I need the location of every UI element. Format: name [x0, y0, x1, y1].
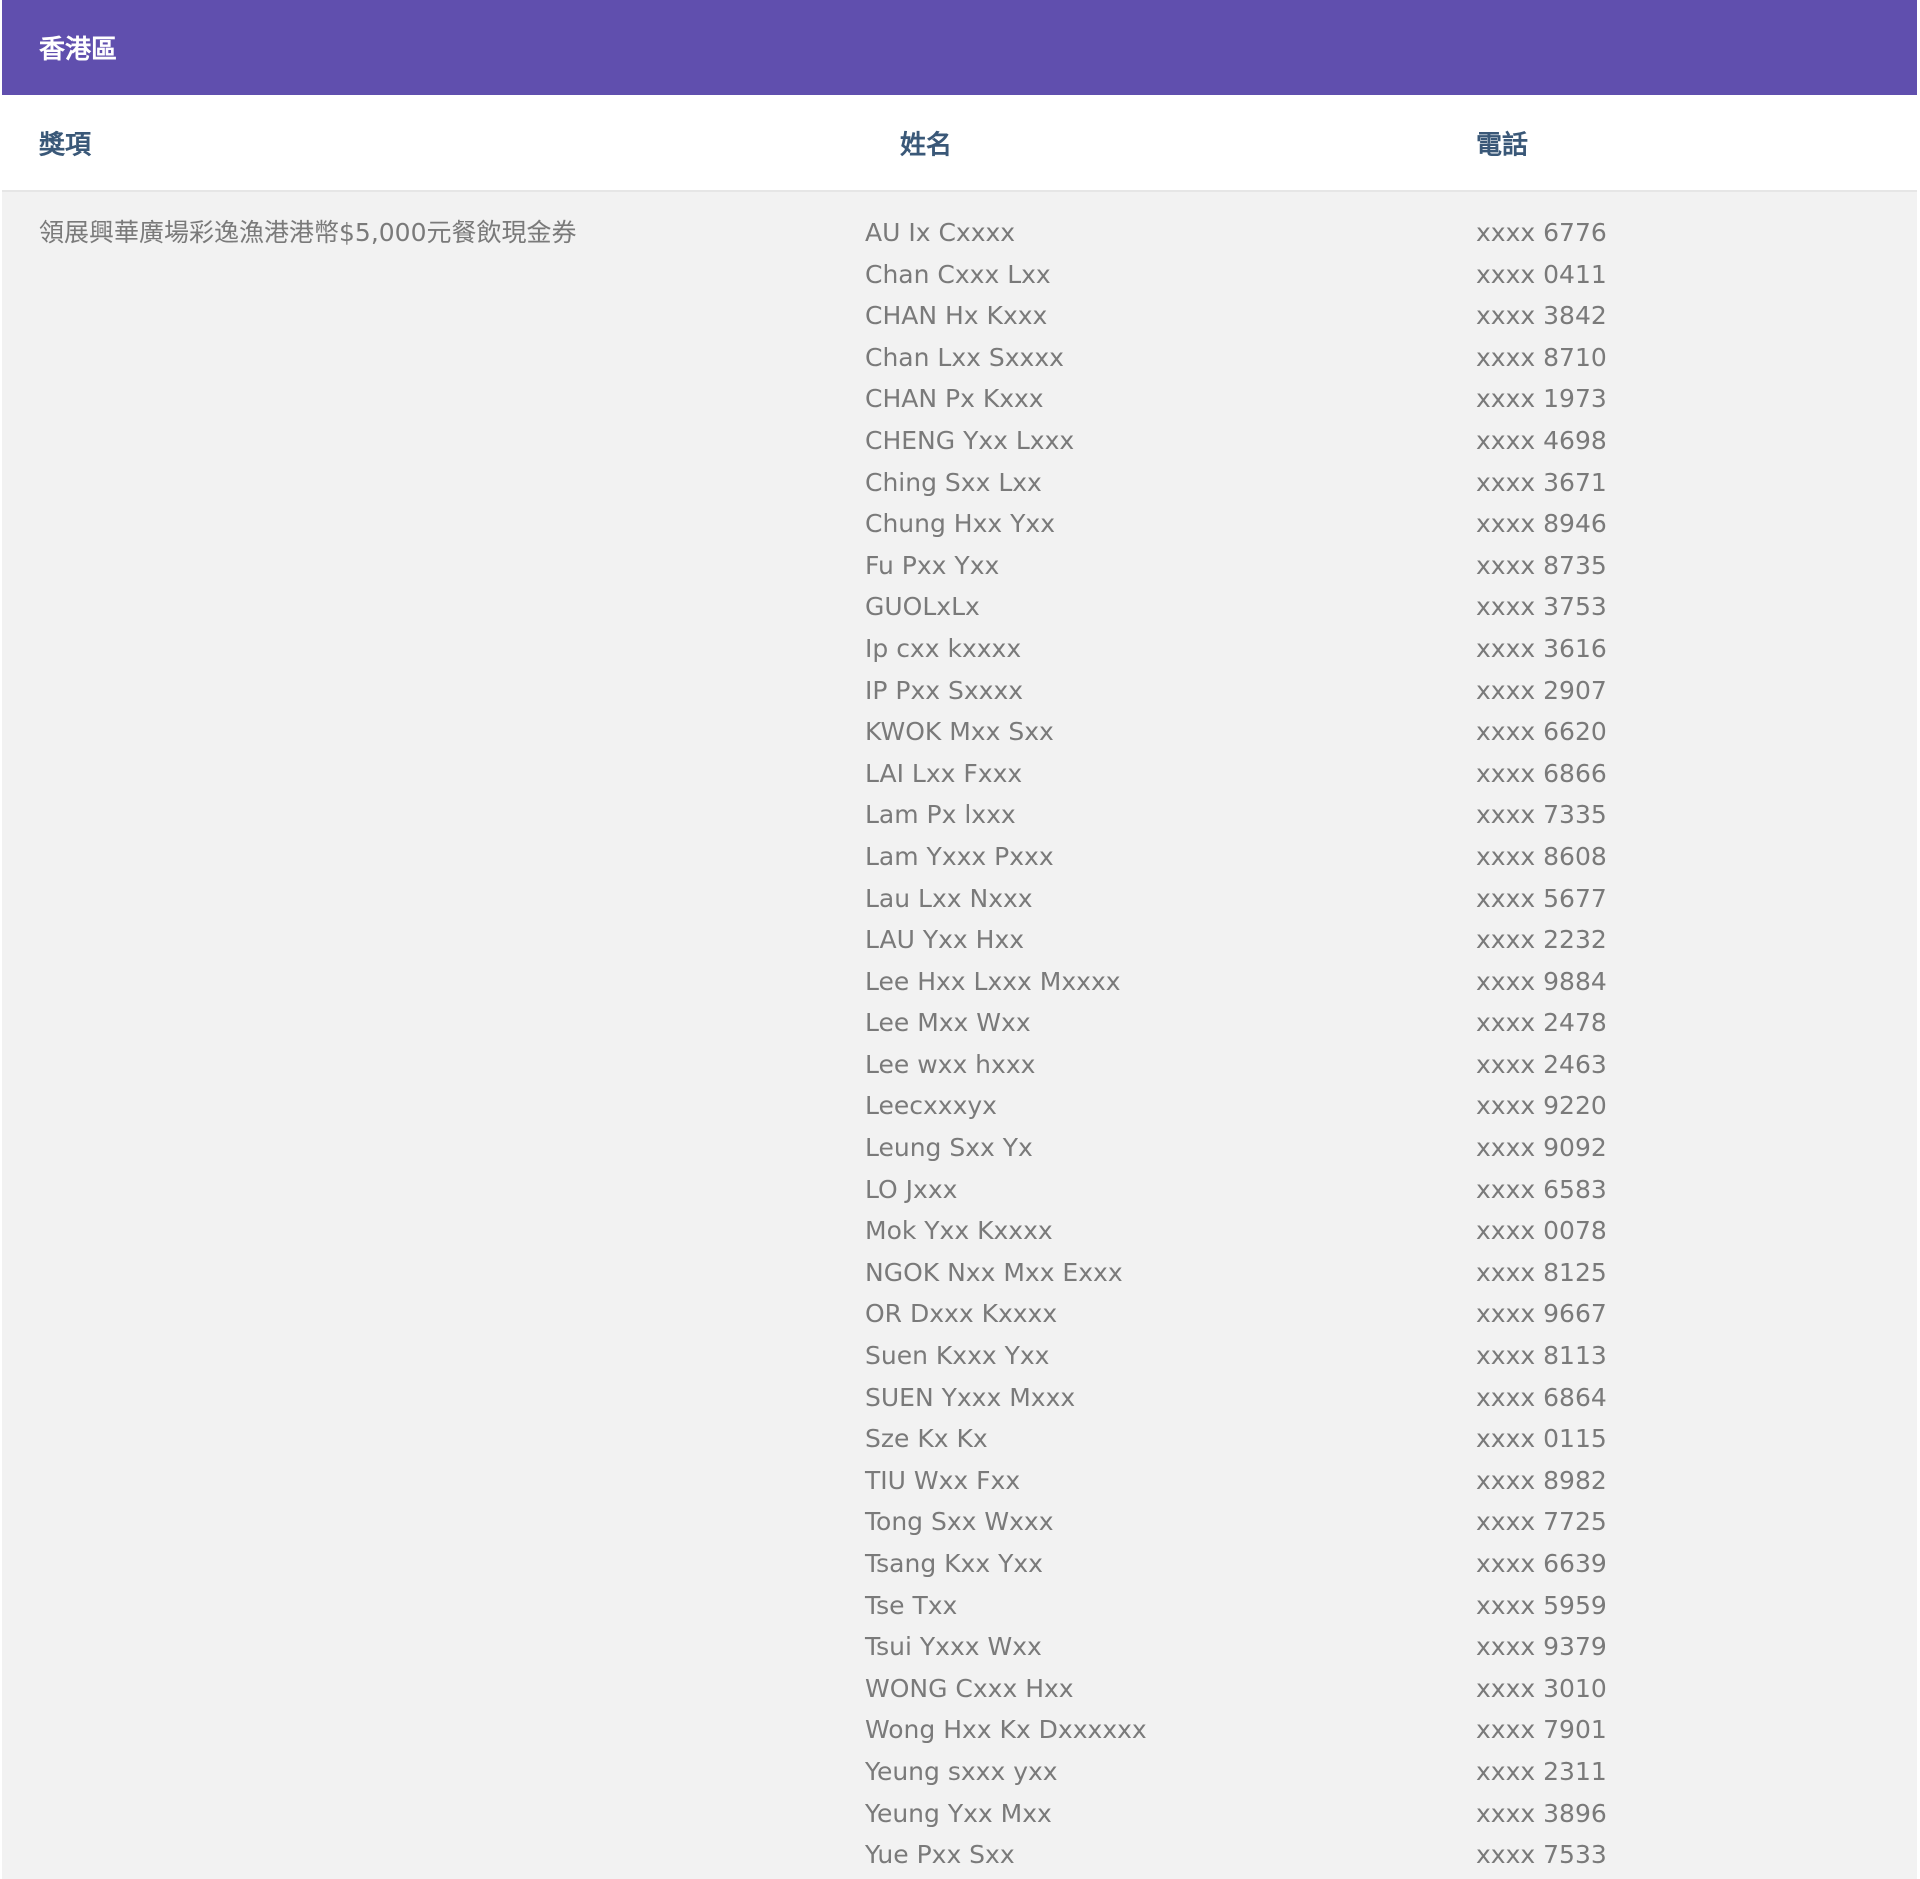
winner-phone: xxxx 4698 [1476, 425, 1607, 455]
winner-name: LO Jxxx [865, 1174, 958, 1204]
winner-name: Lam Yxxx Pxxx [865, 841, 1054, 871]
winner-phone: xxxx 8735 [1476, 550, 1607, 580]
winner-name: NGOK Nxx Mxx Exxx [865, 1257, 1123, 1287]
winner-name: Ip cxx kxxxx [865, 633, 1022, 663]
winner-name: LAI Lxx Fxxx [865, 758, 1023, 788]
winner-name: WONG Cxxx Hxx [865, 1673, 1074, 1703]
header-prize: 獎項 [39, 130, 92, 160]
winner-phone: xxxx 8608 [1476, 841, 1607, 871]
winner-name: Chung Hxx Yxx [865, 509, 1056, 539]
winner-phone: xxxx 8710 [1476, 342, 1607, 372]
winner-name: Yeung Yxx Mxx [865, 1798, 1052, 1828]
winner-name: Leecxxxyx [865, 1091, 997, 1121]
winner-name: CHAN Hx Kxxx [865, 301, 1048, 331]
winner-phone: xxxx 8113 [1476, 1341, 1607, 1371]
table-header-row: 獎項 姓名 電話 [2, 95, 1917, 192]
winner-phone: xxxx 2907 [1476, 675, 1607, 705]
phone-column: xxxx 6776 xxxx 0411 xxxx 3842 xxxx 8710 xxxx… [1476, 212, 1876, 1876]
winner-name: KWOK Mxx Sxx [865, 717, 1054, 747]
winner-phone: xxxx 7533 [1476, 1840, 1607, 1870]
winner-name: Mok Yxx Kxxxx [865, 1216, 1053, 1246]
table-body: 領展興華廣場彩逸漁港港幣$5,000元餐飲現金券 AU Ix Cxxxx Chan… [2, 192, 1917, 1879]
winner-name: Suen Kxxx Yxx [865, 1341, 1050, 1371]
winner-phone: xxxx 6620 [1476, 717, 1607, 747]
winner-name: Wong Hxx Kx Dxxxxxx [865, 1715, 1147, 1745]
winner-name: Sze Kx Kx [865, 1424, 988, 1454]
winner-phone: xxxx 3753 [1476, 592, 1607, 622]
winner-phone: xxxx 1973 [1476, 384, 1607, 414]
winner-phone: xxxx 5959 [1476, 1590, 1607, 1620]
winner-phone: xxxx 8125 [1476, 1257, 1607, 1287]
winner-name: Lam Px lxxx [865, 800, 1016, 830]
winners-table: 香港區 獎項 姓名 電話 領展興華廣場彩逸漁港港幣$5,000元餐飲現金券 AU… [2, 0, 1917, 1879]
winner-phone: xxxx 9667 [1476, 1299, 1607, 1329]
winner-phone: xxxx 3671 [1476, 467, 1607, 497]
winner-phone: xxxx 3842 [1476, 301, 1607, 331]
winner-phone: xxxx 9220 [1476, 1091, 1607, 1121]
winner-phone: xxxx 5677 [1476, 883, 1607, 913]
winner-name: Lee wxx hxxx [865, 1049, 1036, 1079]
header-name: 姓名 [900, 130, 953, 160]
winner-name: Ching Sxx Lxx [865, 467, 1042, 497]
winner-name: Yeung sxxx yxx [865, 1756, 1058, 1786]
winner-name: Chan Lxx Sxxxx [865, 342, 1064, 372]
winner-name: OR Dxxx Kxxxx [865, 1299, 1058, 1329]
winner-phone: xxxx 8982 [1476, 1465, 1607, 1495]
winner-phone: xxxx 3010 [1476, 1673, 1607, 1703]
winner-name: Lau Lxx Nxxx [865, 883, 1033, 913]
winner-name: Lee Hxx Lxxx Mxxxx [865, 966, 1121, 996]
header-phone: 電話 [1476, 130, 1529, 160]
winner-name: CHENG Yxx Lxxx [865, 425, 1075, 455]
winner-phone: xxxx 2311 [1476, 1756, 1607, 1786]
winner-phone: xxxx 2478 [1476, 1008, 1607, 1038]
winner-phone: xxxx 6864 [1476, 1382, 1607, 1412]
winner-name: Tong Sxx Wxxx [865, 1507, 1054, 1537]
winner-name: AU Ix Cxxxx [865, 218, 1016, 247]
winner-name: GUOLxLx [865, 592, 980, 622]
winner-phone: xxxx 3896 [1476, 1798, 1607, 1828]
name-column: AU Ix Cxxxx Chan Cxxx Lxx CHAN Hx Kxxx Chan… [865, 212, 1385, 1876]
winner-phone: xxxx 2232 [1476, 925, 1607, 955]
winner-phone: xxxx 0115 [1476, 1424, 1607, 1454]
winner-phone: xxxx 7901 [1476, 1715, 1607, 1745]
winner-phone: xxxx 7725 [1476, 1507, 1607, 1537]
winner-name: Lee Mxx Wxx [865, 1008, 1031, 1038]
prize-cell: 領展興華廣場彩逸漁港港幣$5,000元餐飲現金券 [39, 218, 577, 247]
winner-name: TIU Wxx Fxx [865, 1465, 1021, 1495]
winner-name: IP Pxx Sxxxx [865, 675, 1024, 705]
winner-phone: xxxx 3616 [1476, 633, 1607, 663]
winner-name: Fu Pxx Yxx [865, 550, 1000, 580]
winner-phone: xxxx 6639 [1476, 1549, 1607, 1578]
winner-phone: xxxx 2463 [1476, 1049, 1607, 1079]
winner-phone: xxxx 9092 [1476, 1133, 1607, 1163]
winner-name: LAU Yxx Hxx [865, 925, 1025, 955]
winner-phone: xxxx 0078 [1476, 1216, 1607, 1246]
winner-name: Yue Pxx Sxx [865, 1840, 1015, 1870]
winner-name: SUEN Yxxx Mxxx [865, 1382, 1076, 1412]
winner-phone: xxxx 6583 [1476, 1174, 1607, 1204]
winner-phone: xxxx 8946 [1476, 509, 1607, 539]
winner-phone: xxxx 7335 [1476, 800, 1607, 830]
winner-name: Leung Sxx Yx [865, 1133, 1033, 1163]
region-title: 香港區 [2, 0, 1917, 95]
winner-phone: xxxx 9379 [1476, 1632, 1607, 1662]
winner-name: Tsui Yxxx Wxx [865, 1632, 1042, 1662]
winner-name: Tsang Kxx Yxx [865, 1549, 1043, 1578]
winner-name: CHAN Px Kxxx [865, 384, 1044, 414]
winner-phone: xxxx 6866 [1476, 758, 1607, 788]
winner-phone: xxxx 6776 [1476, 218, 1607, 247]
winner-phone: xxxx 0411 [1476, 259, 1607, 289]
winner-name: Tse Txx [865, 1590, 958, 1620]
winner-name: Chan Cxxx Lxx [865, 259, 1051, 289]
winner-phone: xxxx 9884 [1476, 966, 1607, 996]
